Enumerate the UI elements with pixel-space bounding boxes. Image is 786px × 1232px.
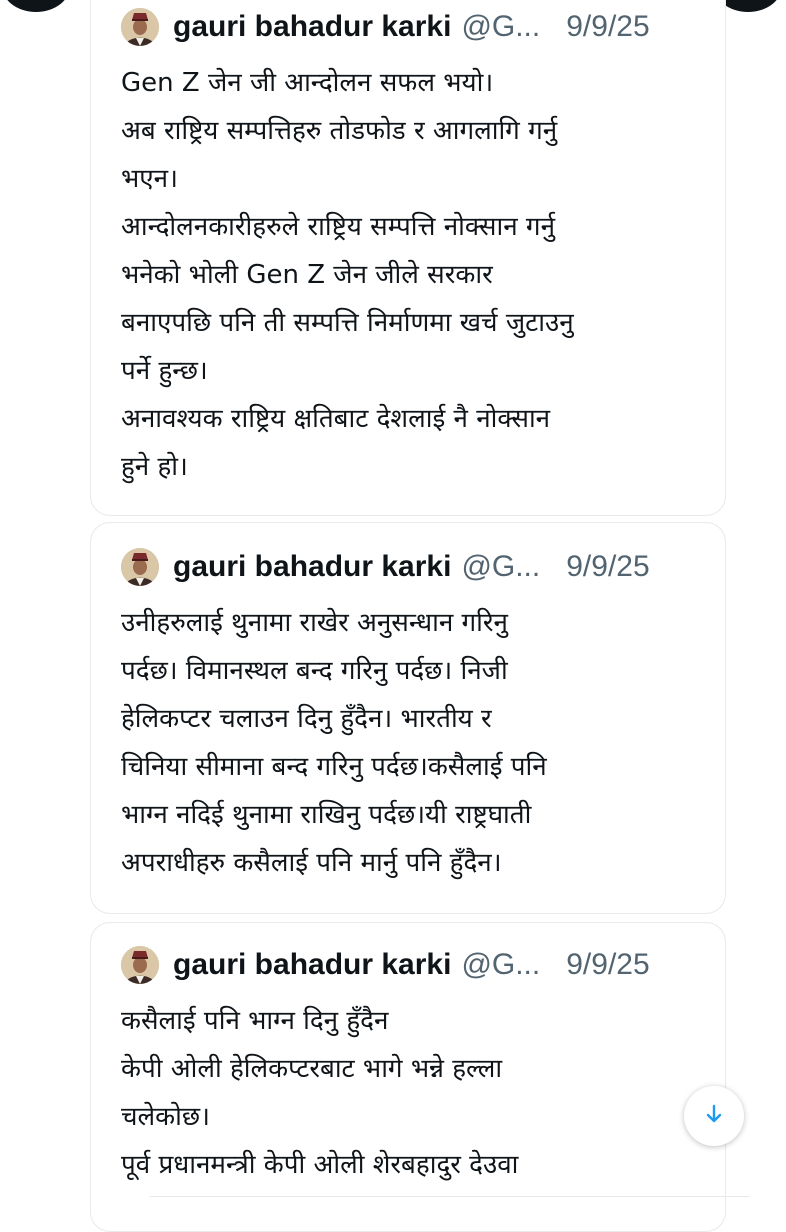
tweet-text-line: भनेको भोली Gen Z जेन जीले सरकार — [121, 260, 493, 290]
quoted-tweet-card[interactable]: gauri bahadur karki @G... 9/9/25 कसैलाई … — [90, 922, 726, 1232]
top-left-control[interactable] — [2, 0, 70, 12]
avatar[interactable] — [121, 548, 159, 586]
tweet-text: उनीहरुलाई थुनामा राखेर अनुसन्धान गरिनु प… — [121, 599, 701, 887]
divider — [150, 1196, 750, 1197]
tweet-text-line: चिनिया सीमाना बन्द गरिनु पर्दछ।कसैलाई पन… — [121, 752, 547, 782]
tweet-date[interactable]: 9/9/25 — [566, 550, 649, 584]
author-name[interactable]: gauri bahadur karki — [173, 948, 451, 982]
tweet-header: gauri bahadur karki @G... 9/9/25 — [121, 939, 701, 991]
tweet-header: gauri bahadur karki @G... 9/9/25 — [121, 1, 701, 53]
quoted-tweet-card[interactable]: gauri bahadur karki @G... 9/9/25 Gen Z ज… — [90, 0, 726, 516]
tweet-text-line: पर्दछ। विमानस्थल बन्द गरिनु पर्दछ। निजी — [121, 656, 508, 686]
quoted-tweet-card[interactable]: gauri bahadur karki @G... 9/9/25 उनीहरुल… — [90, 522, 726, 914]
avatar[interactable] — [121, 946, 159, 984]
tweet-text-line: अब राष्ट्रिय सम्पत्तिहरु तोडफोड र आगलागि… — [121, 116, 558, 146]
scroll-down-button[interactable] — [684, 1086, 744, 1146]
tweet-text-line: हुने हो। — [121, 452, 188, 482]
tweet-text-line: केपी ओली हेलिकप्टरबाट भागे भन्ने हल्ला — [121, 1054, 503, 1084]
tweet-date[interactable]: 9/9/25 — [566, 10, 649, 44]
tweet-date[interactable]: 9/9/25 — [566, 948, 649, 982]
author-name[interactable]: gauri bahadur karki — [173, 10, 451, 44]
author-handle[interactable]: @G... — [461, 10, 540, 44]
tweet-header: gauri bahadur karki @G... 9/9/25 — [121, 541, 701, 593]
arrow-down-icon — [703, 1103, 725, 1129]
tweet-text-line: आन्दोलनकारीहरुले राष्ट्रिय सम्पत्ति नोक्… — [121, 212, 556, 242]
tweet-text-line: अनावश्यक राष्ट्रिय क्षतिबाट देशलाई नै नो… — [121, 404, 551, 434]
tweet-text: कसैलाई पनि भाग्न दिनु हुँदैन केपी ओली हे… — [121, 997, 701, 1189]
tweet-text-line: कसैलाई पनि भाग्न दिनु हुँदैन — [121, 1006, 389, 1036]
avatar[interactable] — [121, 8, 159, 46]
tweet-text-line: उनीहरुलाई थुनामा राखेर अनुसन्धान गरिनु — [121, 608, 508, 638]
author-handle[interactable]: @G... — [461, 550, 540, 584]
tweet-text-line: हेलिकप्टर चलाउन दिनु हुँदैन। भारतीय र — [121, 704, 492, 734]
tweet-text-line: भाग्न नदिई थुनामा राखिनु पर्दछ।यी राष्ट्… — [121, 800, 532, 830]
author-name[interactable]: gauri bahadur karki — [173, 550, 451, 584]
tweet-text-line: पूर्व प्रधानमन्त्री केपी ओली शेरबहादुर द… — [121, 1150, 519, 1180]
tweet-text-line: बनाएपछि पनि ती सम्पत्ति निर्माणमा खर्च ज… — [121, 308, 574, 338]
tweet-text-line: पर्ने हुन्छ। — [121, 356, 208, 386]
tweet-text-line: Gen Z जेन जी आन्दोलन सफल भयो। — [121, 68, 494, 98]
tweet-text: Gen Z जेन जी आन्दोलन सफल भयो। अब राष्ट्र… — [121, 59, 701, 491]
author-handle[interactable]: @G... — [461, 948, 540, 982]
tweet-text-line: चलेकोछ। — [121, 1102, 210, 1132]
tweet-text-line: अपराधीहरु कसैलाई पनि मार्नु पनि हुँदैन। — [121, 848, 502, 878]
tweet-text-line: भएन। — [121, 164, 178, 194]
